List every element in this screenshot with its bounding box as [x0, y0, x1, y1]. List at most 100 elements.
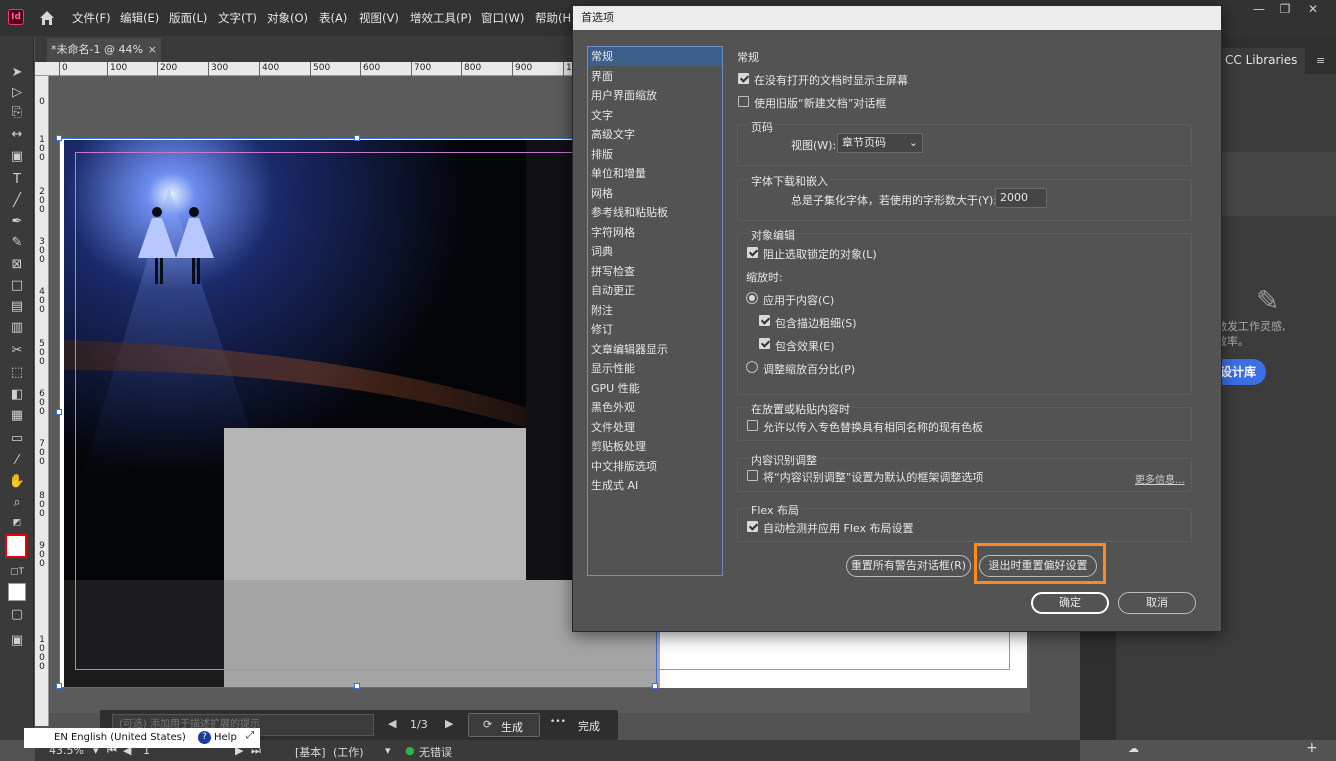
category-item[interactable]: 自动更正 [588, 281, 722, 300]
gap-tool-icon[interactable]: ↔ [8, 126, 26, 144]
close-tab-icon[interactable]: × [148, 38, 157, 62]
category-item[interactable]: 文章编辑器显示 [588, 340, 722, 359]
screen-mode-icon[interactable]: ▢ [8, 606, 26, 624]
menu-table[interactable]: 表(A) [319, 10, 347, 26]
content-aware-checkbox[interactable] [747, 470, 758, 481]
menu-help[interactable]: 帮助(H) [535, 10, 576, 26]
flex-auto-checkbox[interactable] [747, 521, 758, 532]
menu-object[interactable]: 对象(O) [267, 10, 308, 26]
category-item[interactable]: 常规 [588, 47, 722, 66]
type-tool-icon[interactable]: T [8, 171, 26, 189]
prevent-locked-checkbox[interactable] [747, 247, 758, 258]
category-item[interactable]: 词典 [588, 242, 722, 261]
close-icon[interactable]: ✕ [1302, 2, 1324, 18]
category-item[interactable]: 修订 [588, 320, 722, 339]
ok-button[interactable]: 确定 [1031, 592, 1109, 614]
pen-tool-icon[interactable]: ✒ [8, 213, 26, 231]
category-item[interactable]: 剪贴板处理 [588, 437, 722, 456]
frame-handle[interactable] [56, 409, 62, 415]
legacy-new-doc-checkbox[interactable] [738, 96, 749, 107]
scissors-tool-icon[interactable]: ✂ [8, 342, 26, 360]
direct-selection-tool-icon[interactable]: ▷ [8, 84, 26, 102]
menu-plugins[interactable]: 增效工具(P) [410, 10, 472, 26]
menu-file[interactable]: 文件(F) [72, 10, 111, 26]
page-numbering-dropdown[interactable]: 章节页码 ⌄ [837, 133, 923, 153]
category-item[interactable]: 高级文字 [588, 125, 722, 144]
include-stroke-checkbox[interactable] [759, 315, 770, 326]
category-item[interactable]: 文字 [588, 106, 722, 125]
fill-stroke-icon[interactable] [5, 534, 27, 558]
document-tab[interactable]: *未命名-1 @ 44% × [47, 38, 161, 62]
generate-button[interactable]: ⟳ 生成 [468, 713, 540, 737]
design-library-button[interactable]: 设计库 [1216, 359, 1266, 385]
category-item[interactable]: 网格 [588, 184, 722, 203]
expand-icon[interactable]: ⤢ [246, 730, 254, 741]
frame-handle[interactable] [56, 135, 62, 141]
note-tool-icon[interactable]: ▭ [8, 430, 26, 448]
menu-layout[interactable]: 版面(L) [169, 10, 207, 26]
menu-type[interactable]: 文字(T) [218, 10, 257, 26]
category-item[interactable]: 显示性能 [588, 359, 722, 378]
category-item[interactable]: 生成式 AI [588, 476, 722, 495]
free-transform-tool-icon[interactable]: ⬚ [8, 364, 26, 382]
more-info-link[interactable]: 更多信息... [1135, 471, 1185, 486]
panel-menu-icon[interactable]: ≡ [1316, 54, 1325, 67]
cloud-icon[interactable]: ☁ [1128, 742, 1139, 755]
page-tool-icon[interactable]: ⎘ [8, 104, 26, 122]
subset-threshold-input[interactable]: 2000 [995, 188, 1047, 208]
menu-window[interactable]: 窗口(W) [481, 10, 524, 26]
error-status[interactable]: 无错误 [419, 744, 452, 760]
menu-edit[interactable]: 编辑(E) [120, 10, 159, 26]
category-item[interactable]: 排版 [588, 145, 722, 164]
category-item[interactable]: 黑色外观 [588, 398, 722, 417]
preset-label[interactable]: [基本] [295, 744, 326, 760]
gradient-feather-tool-icon[interactable]: ▦ [8, 407, 26, 425]
replace-spot-checkbox[interactable] [747, 420, 758, 431]
cancel-button[interactable]: 取消 [1118, 592, 1196, 614]
frame-handle[interactable] [56, 683, 62, 689]
gradient-swatch-tool-icon[interactable]: ◧ [8, 386, 26, 404]
rectangle-tool-icon[interactable]: □ [8, 277, 26, 295]
category-item[interactable]: 用户界面缩放 [588, 86, 722, 105]
apply-to-content-radio[interactable] [746, 292, 758, 304]
eyedropper-tool-icon[interactable]: ⁄ [8, 452, 26, 470]
category-item[interactable]: 单位和增量 [588, 164, 722, 183]
grid-tool-icon[interactable]: ▥ [8, 319, 26, 337]
language-label[interactable]: EN English (United States) [54, 732, 186, 743]
category-item[interactable]: 文件处理 [588, 418, 722, 437]
minimize-icon[interactable]: — [1248, 2, 1270, 18]
next-variation-icon[interactable]: ▶ [445, 717, 453, 730]
category-item[interactable]: 参考线和粘贴板 [588, 203, 722, 222]
category-item[interactable]: GPU 性能 [588, 379, 722, 398]
cc-libraries-tab[interactable]: CC Libraries [1215, 48, 1305, 74]
line-tool-icon[interactable]: ╱ [8, 192, 26, 210]
default-colors-icon[interactable]: ◩ [8, 514, 26, 532]
restore-icon[interactable]: ❐ [1274, 2, 1296, 18]
adjust-percent-radio[interactable] [746, 361, 758, 373]
prev-variation-icon[interactable]: ◀ [388, 717, 396, 730]
pencil-tool-icon[interactable]: ✎ [8, 234, 26, 252]
help-link[interactable]: Help [214, 732, 237, 743]
menu-view[interactable]: 视图(V) [359, 10, 399, 26]
hand-tool-icon[interactable]: ✋ [8, 473, 26, 491]
help-icon[interactable]: ? [198, 731, 211, 744]
category-item[interactable]: 附注 [588, 301, 722, 320]
library-search[interactable] [1216, 152, 1336, 184]
content-collector-icon[interactable]: ▣ [8, 148, 26, 166]
selection-tool-icon[interactable]: ➤ [8, 64, 26, 82]
formatting-affects-icon[interactable]: ▢T [8, 563, 26, 581]
preview-mode-icon[interactable]: ▣ [8, 632, 26, 650]
rectangle-frame-tool-icon[interactable]: ⊠ [8, 256, 26, 274]
done-button[interactable]: 完成 [578, 718, 600, 734]
apply-none-icon[interactable] [8, 583, 26, 601]
show-home-checkbox[interactable] [738, 73, 749, 84]
home-icon[interactable] [38, 9, 56, 27]
category-item[interactable]: 界面 [588, 67, 722, 86]
table-tool-icon[interactable]: ▤ [8, 298, 26, 316]
selected-frame[interactable] [56, 135, 658, 689]
add-icon[interactable]: + [1306, 740, 1318, 756]
category-item[interactable]: 拼写检查 [588, 262, 722, 281]
reset-warnings-button[interactable]: 重置所有警告对话框(R) [846, 555, 971, 577]
frame-handle[interactable] [354, 135, 360, 141]
category-item[interactable]: 字符网格 [588, 223, 722, 242]
